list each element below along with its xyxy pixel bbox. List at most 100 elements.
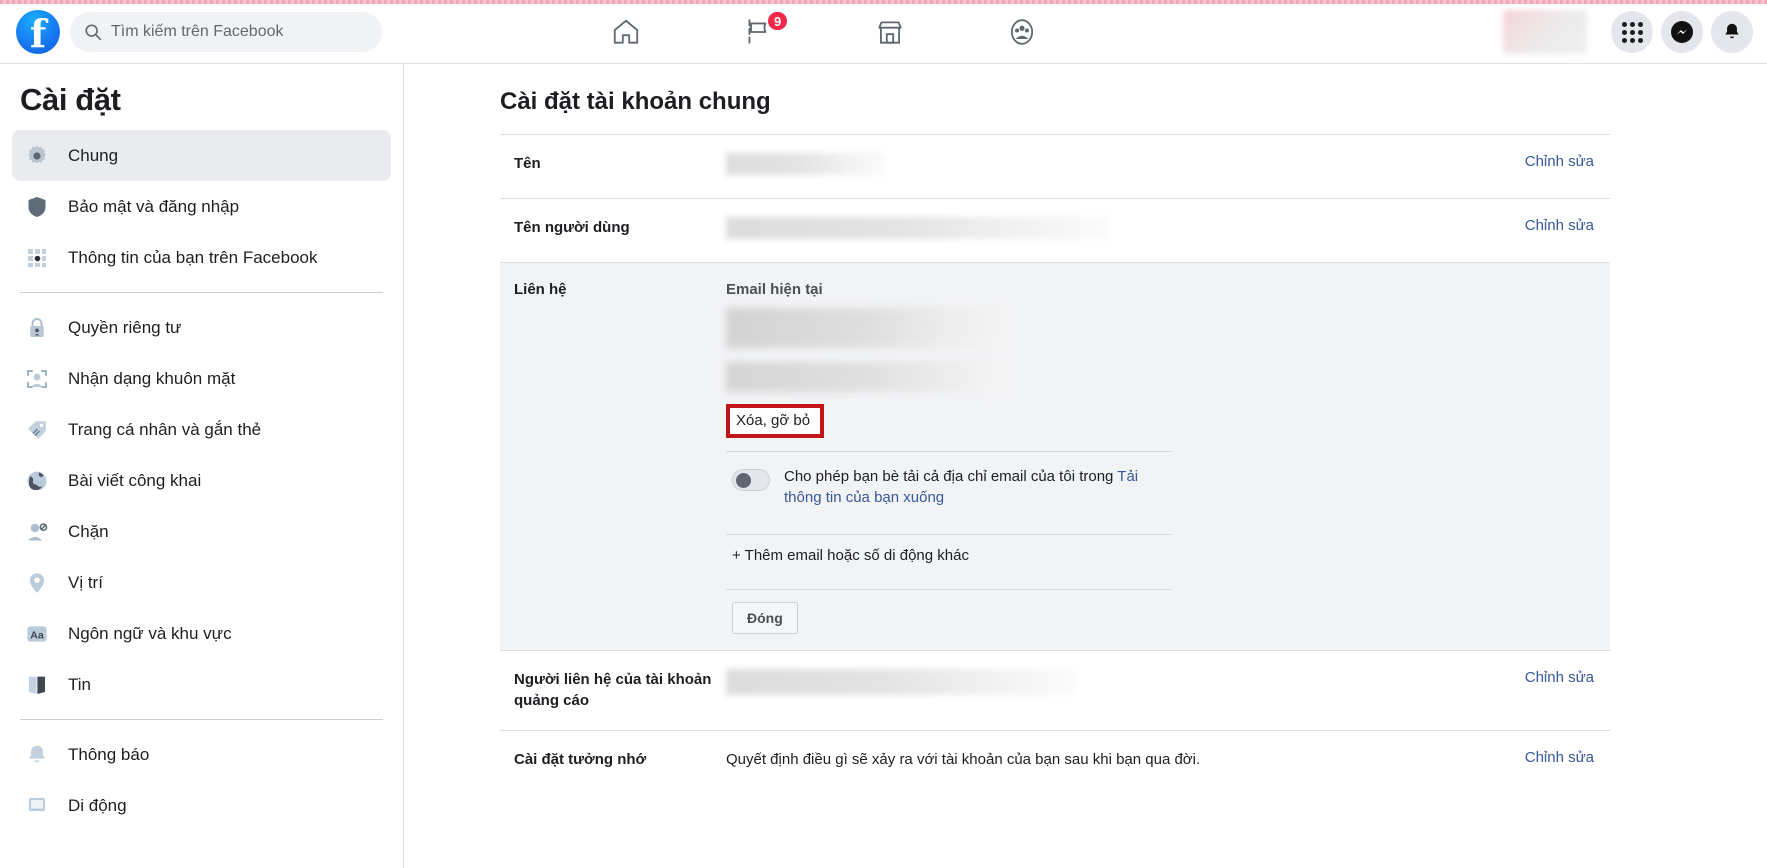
- block-user-icon: [24, 519, 50, 545]
- nav-tab-marketplace[interactable]: [824, 0, 956, 64]
- edit-link-memorialization[interactable]: Chỉnh sửa: [1505, 749, 1594, 766]
- sidebar-item-nhan-dang-khuon-mat[interactable]: Nhận dạng khuôn mặt: [12, 353, 391, 404]
- pages-badge-count: 9: [766, 10, 790, 32]
- sidebar-item-label: Tin: [68, 674, 91, 694]
- header-left-section: f Tìm kiếm trên Facebook: [0, 9, 382, 55]
- header-right-section: [1503, 0, 1753, 64]
- stories-book-icon: [24, 672, 50, 698]
- settings-main-panel: Cài đặt tài khoản chung Tên Chỉnh sửa Tê…: [404, 64, 1767, 868]
- sidebar-item-label: Chung: [68, 145, 119, 165]
- profile-avatar[interactable]: [1503, 10, 1587, 54]
- nav-tab-groups[interactable]: [956, 0, 1088, 64]
- sidebar-item-di-dong[interactable]: Di động: [12, 780, 391, 831]
- sidebar-item-bao-mat[interactable]: Bảo mật và đăng nhập: [12, 181, 391, 232]
- sidebar-item-label: Thông tin của bạn trên Facebook: [68, 247, 318, 267]
- sidebar-item-vi-tri[interactable]: Vị trí: [12, 557, 391, 608]
- current-email-heading: Email hiện tại: [726, 281, 823, 298]
- facebook-logo-icon[interactable]: f: [16, 9, 60, 55]
- gear-icon: [24, 143, 50, 169]
- redacted-value: [726, 153, 886, 175]
- sidebar-item-trang-ca-nhan[interactable]: Trang cá nhân và gắn thẻ: [12, 404, 391, 455]
- row-value: [726, 668, 1505, 695]
- row-value: [726, 217, 1505, 239]
- lock-icon: [24, 315, 50, 341]
- top-navigation-bar: f Tìm kiếm trên Facebook 9: [0, 0, 1767, 64]
- sidebar-item-tin[interactable]: Tin: [12, 659, 391, 710]
- contact-panel-content: Email hiện tại Xóa, gỡ bỏ Cho phép bạn b…: [726, 281, 1172, 634]
- mobile-icon: [24, 793, 50, 819]
- row-label: Cài đặt tưởng nhớ: [514, 751, 647, 769]
- screen-artifact-scanline: [0, 0, 1767, 4]
- settings-row-ad-account-contact: Người liên hệ của tài khoản quảng cáo Ch…: [500, 651, 1610, 731]
- edit-link-name[interactable]: Chỉnh sửa: [1505, 153, 1594, 170]
- contact-panel: Liên hệ Email hiện tại Xóa, gỡ bỏ Cho ph…: [500, 263, 1610, 650]
- search-placeholder: Tìm kiếm trên Facebook: [111, 22, 284, 40]
- sidebar-title: Cài đặt: [20, 82, 121, 117]
- svg-text:Aa: Aa: [30, 629, 44, 641]
- sidebar-divider: [20, 292, 383, 293]
- home-icon: [613, 19, 639, 44]
- search-icon: [85, 23, 102, 40]
- sidebar-item-chung[interactable]: Chung: [12, 130, 391, 181]
- friends-download-email-toggle[interactable]: [732, 469, 770, 491]
- bell-icon: [1725, 23, 1739, 39]
- sidebar-item-label: Chặn: [68, 521, 109, 541]
- row-label: Tên: [514, 155, 541, 172]
- settings-row-memorialization: Cài đặt tưởng nhớ Quyết định điều gì sẽ …: [500, 731, 1610, 794]
- redacted-email-secondary: [726, 362, 1004, 392]
- edit-link-username[interactable]: Chỉnh sửa: [1505, 217, 1594, 234]
- redacted-value: [726, 217, 1110, 239]
- header-nav-tabs: 9: [560, 0, 1088, 64]
- row-label: Người liên hệ của tài khoản quảng cáo: [514, 670, 712, 710]
- sidebar-item-label: Trang cá nhân và gắn thẻ: [68, 419, 262, 439]
- edit-link-ad-account[interactable]: Chỉnh sửa: [1505, 669, 1594, 686]
- search-input[interactable]: Tìm kiếm trên Facebook: [70, 11, 382, 52]
- redacted-email-primary: [726, 308, 1006, 348]
- sidebar-item-label: Quyền riêng tư: [68, 317, 182, 337]
- sidebar-item-thong-bao[interactable]: Thông báo: [12, 729, 391, 780]
- sidebar-item-label: Vị trí: [68, 572, 103, 592]
- sidebar-item-label: Di động: [68, 795, 127, 815]
- remove-email-link[interactable]: Xóa, gỡ bỏ: [726, 404, 825, 438]
- messenger-button[interactable]: [1661, 11, 1703, 53]
- shield-icon: [24, 194, 50, 220]
- marketplace-icon: [878, 21, 902, 44]
- page-body: Cài đặt Chung Bảo mật và đăng nhập Thông…: [0, 64, 1767, 868]
- grid-menu-icon: [1621, 21, 1643, 43]
- settings-sidebar: Cài đặt Chung Bảo mật và đăng nhập Thông…: [0, 64, 404, 868]
- row-value: Quyết định điều gì sẽ xảy ra với tài kho…: [726, 751, 1201, 769]
- page-title: Cài đặt tài khoản chung: [500, 88, 771, 115]
- sidebar-item-chan[interactable]: Chặn: [12, 506, 391, 557]
- sidebar-item-label: Ngôn ngữ và khu vực: [68, 623, 232, 643]
- nav-tab-home[interactable]: [560, 0, 692, 64]
- sidebar-item-thong-tin[interactable]: Thông tin của bạn trên Facebook: [12, 232, 391, 283]
- messenger-icon: [1671, 21, 1693, 43]
- globe-icon: [24, 468, 50, 494]
- grid-menu-button[interactable]: [1611, 11, 1653, 53]
- toggle-description: Cho phép bạn bè tải cả địa chỉ email của…: [784, 466, 1172, 509]
- close-button[interactable]: Đóng: [732, 601, 798, 634]
- sidebar-item-ngon-ngu[interactable]: Aa Ngôn ngữ và khu vực: [12, 608, 391, 659]
- sidebar-item-label: Bài viết công khai: [68, 470, 202, 490]
- groups-icon: [1010, 19, 1034, 45]
- tag-icon: [24, 417, 50, 443]
- language-aa-icon: Aa: [24, 621, 50, 647]
- settings-row-username: Tên người dùng Chỉnh sửa: [500, 199, 1610, 262]
- row-value: [726, 153, 1505, 175]
- redacted-value: [726, 668, 1076, 695]
- settings-row-name: Tên Chỉnh sửa: [500, 135, 1610, 198]
- face-recognition-icon: [24, 366, 50, 392]
- add-email-or-mobile-link[interactable]: + Thêm email hoặc số di động khác: [726, 535, 1172, 576]
- sidebar-item-label: Thông báo: [68, 744, 150, 764]
- sidebar-item-bai-viet-cong-khai[interactable]: Bài viết công khai: [12, 455, 391, 506]
- friends-download-email-setting: Cho phép bạn bè tải cả địa chỉ email của…: [726, 452, 1172, 521]
- sidebar-item-quyen-rieng-tu[interactable]: Quyền riêng tư: [12, 302, 391, 353]
- bell-icon: [24, 742, 50, 768]
- row-label: Tên người dùng: [514, 219, 630, 236]
- sidebar-divider: [20, 719, 383, 720]
- sidebar-item-label: Bảo mật và đăng nhập: [68, 196, 240, 216]
- sidebar-item-label: Nhận dạng khuôn mặt: [68, 368, 236, 388]
- contact-panel-label: Liên hệ: [514, 281, 567, 298]
- nav-tab-pages[interactable]: 9: [692, 0, 824, 64]
- notifications-button[interactable]: [1711, 11, 1753, 53]
